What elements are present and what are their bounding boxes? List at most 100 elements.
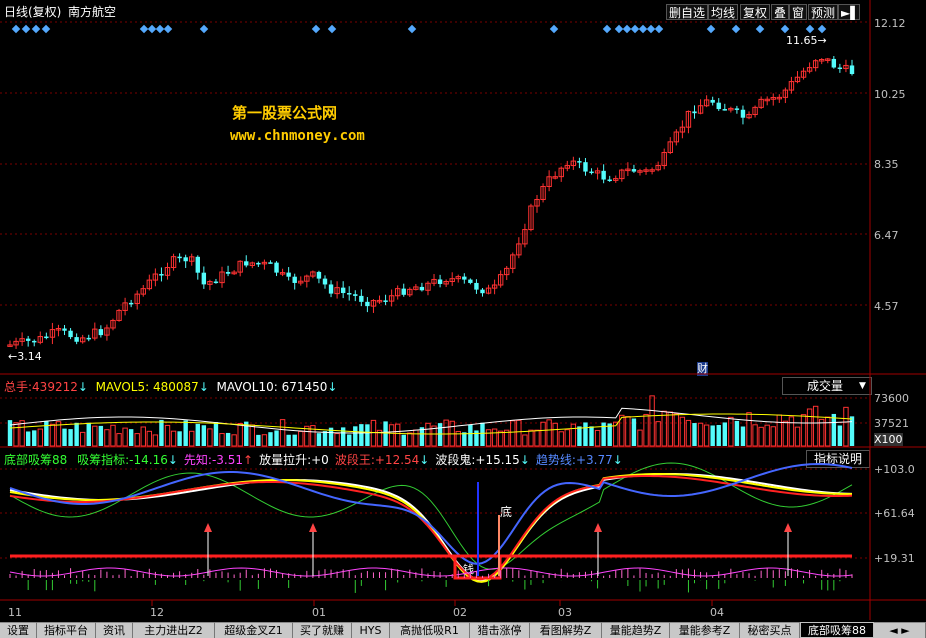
volume-bar [510,420,516,447]
volume-bar [340,427,346,446]
volume-bar [703,424,710,447]
signal-diamond [646,24,656,34]
candle-body [183,257,188,262]
volume-bar [528,429,534,447]
volume-bar [407,432,413,447]
volume-bar [225,432,231,446]
candle-body [316,271,322,279]
candle-body [195,256,200,273]
candle-body [419,286,425,291]
signal-diamond [755,24,765,34]
volume-bar [594,429,601,447]
volume-bar [359,424,364,446]
volume-bar [570,423,577,447]
signal-diamond [31,24,41,34]
volume-bar [552,422,558,447]
volume-bar [443,419,449,447]
volume-bar [849,416,855,446]
candle-body [98,329,104,336]
volume-bar [256,434,261,446]
volume-bar [837,425,843,446]
candle-body [225,271,231,274]
signal-diamond [199,24,209,34]
volume-bar [843,406,849,447]
volume-bar [170,430,177,447]
volume-bar [491,428,498,447]
signal-diamond [147,24,157,34]
volume-bar [79,431,86,447]
candle-body [462,276,467,280]
volume-bar [37,428,43,447]
candle-body [601,170,606,180]
volume-bar [207,428,213,447]
volume-bar [74,422,79,446]
candle-body [480,289,485,294]
volume-bar [164,424,171,447]
candle-body [328,284,334,294]
candle-body [692,111,697,114]
candle-body [32,340,37,343]
volume-bar [32,430,37,446]
signal-diamond [817,24,827,34]
volume-bar [86,422,91,446]
volume-bar [825,416,831,447]
volume-bar [534,429,540,447]
signal-diamond [630,24,640,34]
volume-bar [480,422,485,446]
volume-bar [365,424,370,446]
candle-body [340,287,346,294]
volume-bar [776,414,783,447]
volume-bar [201,425,207,446]
volume-bar [697,422,704,447]
volume-bar [462,432,467,446]
volume-bar [831,413,837,446]
volume-bar [812,405,819,447]
volume-bar [758,426,764,447]
candle-body [589,171,594,174]
volume-bar [631,418,637,446]
volume-bar [279,419,286,447]
volume-bar [589,426,594,446]
volume-bar [298,431,304,447]
volume-bar [546,419,552,447]
volume-bar [685,419,692,447]
candle-body [722,109,727,111]
indicator-magenta-line [9,567,853,577]
volume-bar [237,423,243,447]
candle-body [128,302,134,305]
candle-body [213,281,219,284]
signal-diamond [407,24,417,34]
volume-bar [649,395,655,447]
volume-bar [183,420,188,446]
volume-bar [44,421,49,446]
volume-bar [752,424,758,447]
volume-bar [474,430,479,446]
buy-arrow-icon [594,523,602,532]
volume-bar [516,419,522,447]
candle-body [849,65,855,75]
candle-body [44,336,49,339]
candle-body [577,161,582,163]
chart-canvas[interactable] [0,0,926,638]
signal-diamond [706,24,716,34]
volume-bar [286,434,291,446]
signal-diamond [622,24,632,34]
volume-bar [746,412,752,447]
candle-body [177,256,182,259]
volume-bar [468,424,473,446]
volume-bar [62,428,67,446]
signal-diamond [311,24,321,34]
candle-body [347,293,352,295]
candle-body [256,262,261,265]
candle-body [474,282,479,290]
volume-bar [7,420,13,446]
buy-arrow-icon [204,523,212,532]
volume-bar [394,423,401,447]
candle-body [383,300,388,302]
volume-bar [716,425,721,446]
volume-bar [661,410,667,447]
volume-bar [68,429,73,446]
signal-diamond [139,24,149,34]
indicator-yellow-line [9,473,853,583]
volume-bar [189,430,195,447]
